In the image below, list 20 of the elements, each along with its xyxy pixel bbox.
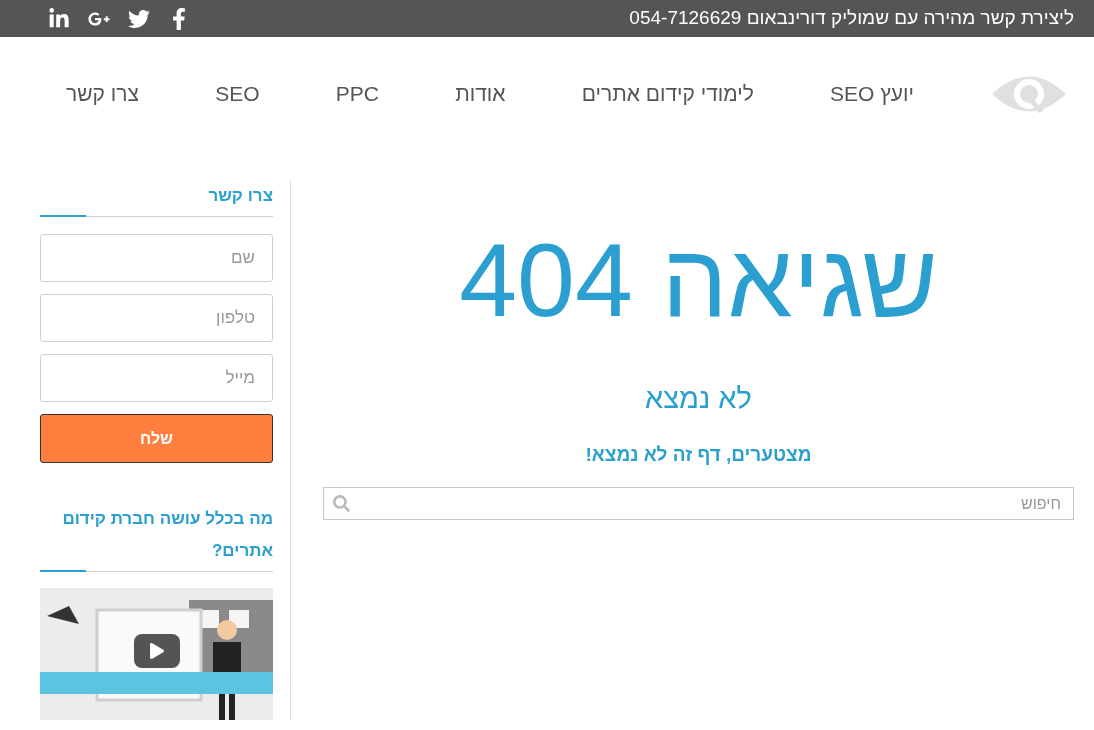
nav-link[interactable]: אודות — [455, 77, 506, 110]
play-icon — [149, 643, 165, 659]
nav-link[interactable]: PPC — [335, 77, 379, 110]
form-field[interactable]: שם — [40, 234, 273, 282]
search-field[interactable]: חיפוש — [323, 487, 1074, 520]
nav-link[interactable]: SEO — [215, 77, 260, 110]
error-subtitle: לא נמצא — [645, 381, 752, 416]
widget-title: צרו קשר — [207, 185, 273, 207]
nav-link[interactable]: לימודי קידום אתרים — [581, 77, 754, 110]
nav-link[interactable]: יועץ SEO — [830, 77, 914, 110]
error-message: מצטערים, דף זה לא נמצא! — [585, 442, 812, 467]
twitter-icon[interactable] — [128, 7, 150, 30]
linkedin-icon[interactable] — [48, 7, 70, 30]
widget-title: מה בכלל עושה חברת קידום אתרים? — [61, 508, 273, 562]
error-title: שגיאה 404 — [459, 225, 938, 335]
form-field[interactable]: מייל — [40, 354, 273, 402]
form-field[interactable]: טלפון — [40, 294, 273, 342]
nav-link[interactable]: צרו קשר — [66, 77, 139, 110]
play-button[interactable] — [134, 634, 180, 668]
contact-text: ליצירת קשר מהירה עם שמוליק דורינבאום 054-7126629 — [629, 6, 1074, 31]
